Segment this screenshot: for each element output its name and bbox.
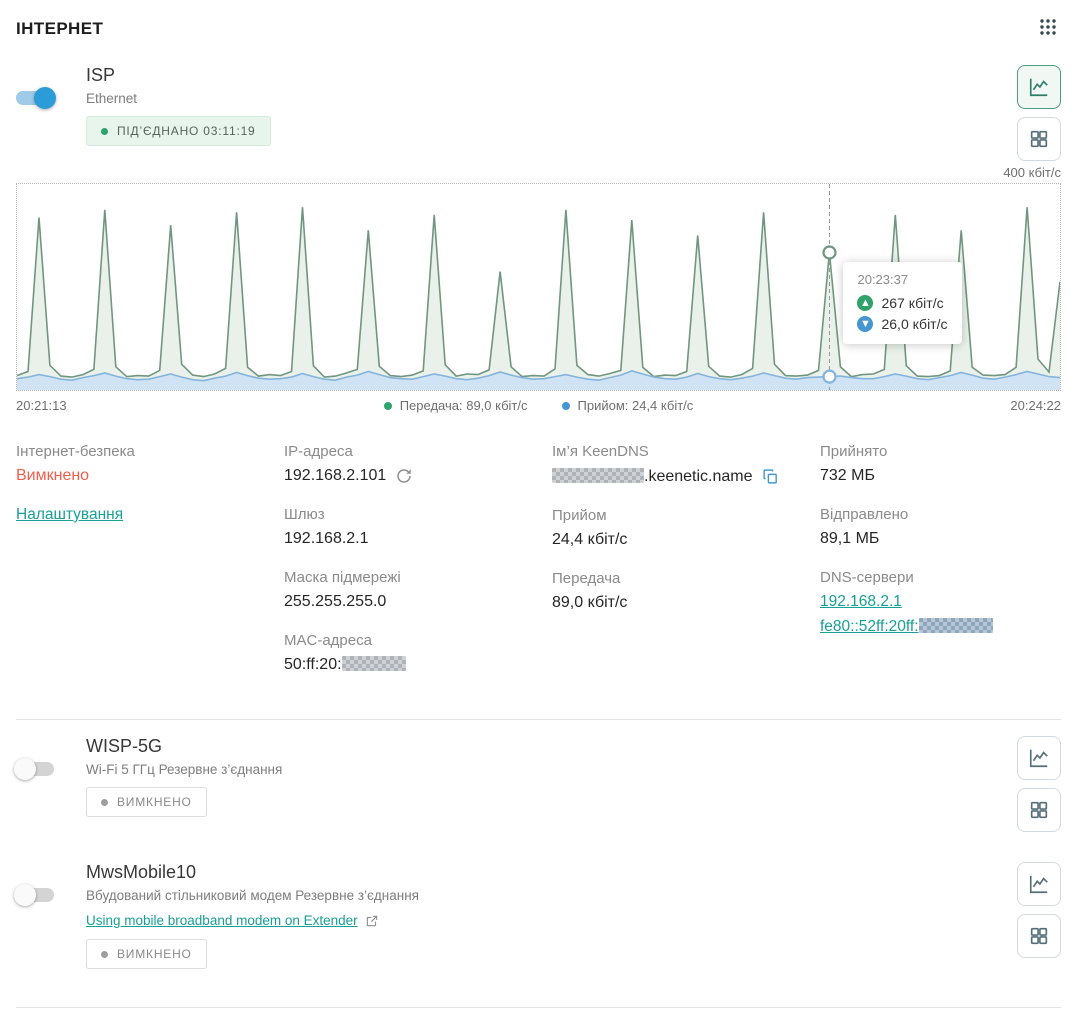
- connection-subtitle: Ethernet: [86, 91, 1015, 106]
- download-arrow-icon: ▼: [857, 316, 873, 332]
- ip-label: IP-адреса: [284, 443, 552, 460]
- status-dot: [101, 951, 108, 958]
- details-col-3: Ім’я KeenDNS .keenetic.name Прийом 24,4 …: [552, 443, 820, 695]
- chart-tooltip: 20:23:37 ▲ 267 кбіт/с ▼ 26,0 кбіт/с: [843, 262, 961, 344]
- dns-label: DNS-сервери: [820, 569, 1061, 586]
- grid-view-icon: [1028, 925, 1050, 947]
- grid-view-icon: [1028, 128, 1050, 150]
- received-value: 732 МБ: [820, 467, 1061, 485]
- connection-subtitle: Wi-Fi 5 ГГц Резервне з’єднання: [86, 762, 1015, 777]
- apps-grid-icon[interactable]: [1035, 14, 1061, 43]
- tooltip-time: 20:23:37: [857, 272, 947, 287]
- connection-mws: MwsMobile10 Вбудований стільниковий моде…: [16, 846, 1061, 983]
- details-col-4: Прийнято 732 МБ Відправлено 89,1 МБ DNS-…: [820, 443, 1061, 695]
- chart-max-label: 400 кбіт/с: [16, 165, 1061, 180]
- legend-dot-blue: [562, 402, 570, 410]
- status-dot: [101, 799, 108, 806]
- rx-value: 24,4 кбіт/с: [552, 531, 820, 549]
- status-badge: ВИМКНЕНО: [86, 787, 207, 817]
- status-dot: [101, 128, 108, 135]
- censored-mac: [342, 656, 406, 671]
- isp-toggle[interactable]: [16, 91, 54, 105]
- status-badge: ПІД’ЄДНАНО 03:11:19: [86, 116, 271, 146]
- security-value: Вимкнено: [16, 467, 284, 485]
- connection-details: Інтернет-безпека Вимкнено Налаштування I…: [16, 443, 1061, 695]
- connection-subtitle: Вбудований стільниковий модем Резервне з…: [86, 888, 1015, 903]
- external-link-icon: [365, 914, 379, 928]
- details-col-1: Інтернет-безпека Вимкнено Налаштування: [16, 443, 284, 695]
- mac-label: MAC-адреса: [284, 632, 552, 649]
- ip-value: 192.168.2.101: [284, 467, 386, 485]
- details-view-button[interactable]: [1017, 117, 1061, 161]
- legend-transmit: Передача: 89,0 кбіт/с: [384, 398, 528, 413]
- page-title: ІНТЕРНЕТ: [16, 19, 103, 39]
- bottom-divider: [16, 1007, 1061, 1008]
- sent-value: 89,1 МБ: [820, 530, 1061, 548]
- legend-receive: Прийом: 24,4 кбіт/с: [562, 398, 694, 413]
- chart-time-start: 20:21:13: [16, 398, 106, 413]
- line-chart-icon: [1028, 76, 1050, 98]
- status-badge: ВИМКНЕНО: [86, 939, 207, 969]
- connection-name: ISP: [86, 65, 1015, 86]
- keendns-value: .keenetic.name: [552, 467, 820, 486]
- gateway-label: Шлюз: [284, 506, 552, 523]
- censored-keendns: [552, 468, 644, 483]
- mws-toggle[interactable]: [16, 888, 54, 902]
- chart-view-button[interactable]: [1017, 736, 1061, 780]
- tx-label: Передача: [552, 570, 820, 587]
- toggle-knob: [34, 87, 56, 109]
- connection-name: MwsMobile10: [86, 862, 1015, 883]
- chart-plot-area[interactable]: 20:23:37 ▲ 267 кбіт/с ▼ 26,0 кбіт/с: [16, 183, 1061, 391]
- tooltip-download: 26,0 кбіт/с: [881, 316, 947, 332]
- security-settings-link[interactable]: Налаштування: [16, 506, 123, 523]
- tx-value: 89,0 кбіт/с: [552, 594, 820, 612]
- dns-server-2-link[interactable]: fe80::52ff:20ff:: [820, 618, 1061, 636]
- copy-icon[interactable]: [762, 467, 779, 486]
- rx-label: Прийом: [552, 507, 820, 524]
- mask-label: Маска підмережі: [284, 569, 552, 586]
- chart-view-button[interactable]: [1017, 65, 1061, 109]
- connection-isp: ISP Ethernet ПІД’ЄДНАНО 03:11:19: [16, 65, 1061, 161]
- renew-ip-icon[interactable]: [395, 467, 413, 485]
- received-label: Прийнято: [820, 443, 1061, 460]
- toggle-knob: [14, 884, 36, 906]
- security-label: Інтернет-безпека: [16, 443, 284, 460]
- tooltip-upload: 267 кбіт/с: [881, 295, 943, 311]
- legend-dot-green: [384, 402, 392, 410]
- keendns-label: Ім’я KeenDNS: [552, 443, 820, 460]
- upload-arrow-icon: ▲: [857, 295, 873, 311]
- mac-value: 50:ff:20:: [284, 656, 552, 674]
- connection-wisp: WISP-5G Wi-Fi 5 ГГц Резервне з’єднання В…: [16, 720, 1061, 846]
- dns-server-1-link[interactable]: 192.168.2.1: [820, 593, 1061, 611]
- modem-help-link[interactable]: Using mobile broadband modem on Extender: [86, 913, 358, 928]
- details-view-button[interactable]: [1017, 914, 1061, 958]
- sent-label: Відправлено: [820, 506, 1061, 523]
- grid-view-icon: [1028, 799, 1050, 821]
- details-col-2: IP-адреса 192.168.2.101 Шлюз 192.168.2.1…: [284, 443, 552, 695]
- censored-dns: [919, 618, 993, 633]
- internet-page: ІНТЕРНЕТ ISP Ethernet ПІД’ЄДНАНО 03:11:1…: [0, 0, 1077, 1018]
- chart-footer: 20:21:13 Передача: 89,0 кбіт/с Прийом: 2…: [16, 398, 1061, 413]
- toggle-knob: [14, 758, 36, 780]
- mask-value: 255.255.255.0: [284, 593, 552, 611]
- gateway-value: 192.168.2.1: [284, 530, 552, 548]
- page-header: ІНТЕРНЕТ: [16, 14, 1061, 43]
- chart-view-button[interactable]: [1017, 862, 1061, 906]
- wisp-toggle[interactable]: [16, 762, 54, 776]
- line-chart-icon: [1028, 873, 1050, 895]
- connection-name: WISP-5G: [86, 736, 1015, 757]
- traffic-chart: 400 кбіт/с 20:23:37 ▲ 267 кбіт/с ▼ 26,0 кб…: [16, 165, 1061, 413]
- chart-time-end: 20:24:22: [971, 398, 1061, 413]
- line-chart-icon: [1028, 747, 1050, 769]
- details-view-button[interactable]: [1017, 788, 1061, 832]
